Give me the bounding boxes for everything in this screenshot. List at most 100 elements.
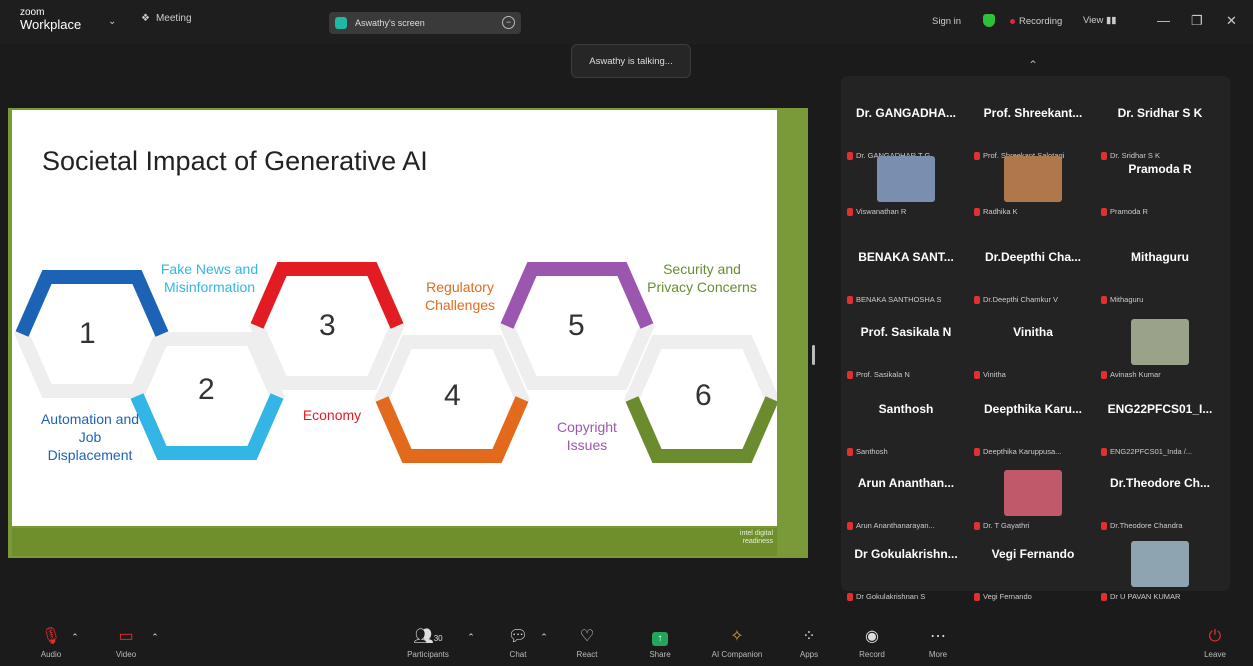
mic-muted-icon [974,592,980,601]
label-fake-news: Fake News and Misinformation [160,261,259,296]
participant-label: Vinitha [974,370,1006,379]
recording-indicator[interactable]: Recording [1010,16,1062,27]
participant-tile[interactable]: Deepthika Karu... Deepthika Karuppusa... [970,392,1096,462]
mic-muted-icon [974,370,980,379]
participants-options-chevron[interactable]: ⌃ [464,618,478,666]
participant-label: Vegi Fernando [974,592,1032,601]
participant-label: Dr.Deepthi Chamkur V [974,295,1058,304]
hex-number-4: 4 [444,379,461,412]
participant-tile[interactable]: Avinash Kumar [1097,315,1223,385]
participant-name: BENAKA SANT... [858,250,954,264]
video-off-icon: ▭ [118,628,134,645]
participant-photo [877,156,935,202]
participant-name: Deepthika Karu... [983,402,1083,416]
participant-tile[interactable]: Mithaguru Mithaguru [1097,240,1223,310]
participant-label: Mithaguru [1101,295,1143,304]
chat-options-chevron[interactable]: ⌃ [537,618,551,666]
share-icon: ↑ [644,618,676,646]
participant-name: Dr. Sridhar S K [1117,106,1203,120]
restore-window-icon[interactable]: ❐ [1191,13,1203,29]
participant-name: Mithaguru [1131,250,1189,264]
record-icon: ◉ [865,628,879,645]
intel-logo: intel digital readiness [739,530,773,545]
participant-tile[interactable]: Dr.Deepthi Cha... Dr.Deepthi Chamkur V [970,240,1096,310]
share-indicator-icon [335,17,347,29]
mic-muted-icon [1101,370,1107,379]
participant-label: ENG22PFCS01_Inda /... [1101,447,1192,456]
participant-tile[interactable]: Pramoda R Pramoda R [1097,152,1223,222]
mic-muted-icon [974,521,980,530]
participant-name: Santhosh [878,402,934,416]
splitter-handle[interactable] [812,345,815,365]
mic-muted-icon [847,447,853,456]
participant-name: Pramoda R [1128,162,1192,176]
meeting-info-button[interactable]: ❖ Meeting [141,13,192,24]
participant-tile[interactable]: Radhika K [970,152,1096,222]
participant-label: Arun Ananthanarayan... [847,521,935,530]
participant-name: Vinitha [1013,325,1053,339]
view-button[interactable]: View ▮▮ [1083,15,1117,26]
video-button[interactable]: ▭ Video [106,618,146,666]
participant-photo [1004,470,1062,516]
heart-icon: ♡ [579,628,595,645]
participants-button[interactable]: 👥︎30 Participants [397,618,459,666]
leave-button[interactable]: ⏻ Leave [1198,618,1232,666]
mic-muted-icon [847,521,853,530]
more-button[interactable]: ⋯ More [920,618,956,666]
participant-tile[interactable]: Santhosh Santhosh [843,392,969,462]
label-security: Security and Privacy Concerns [647,261,757,296]
participant-name: Arun Ananthan... [857,476,955,490]
shield-icon[interactable] [983,14,995,27]
sign-in-button[interactable]: Sign in [932,16,961,27]
mic-muted-icon [974,295,980,304]
apps-icon: ⁘ [802,628,816,645]
participant-tile[interactable]: Viswanathan R [843,152,969,222]
label-automation: Automation and Job Displacement [40,411,140,464]
screen-share-pill[interactable]: Aswathy's screen − [329,12,521,34]
mic-muted-icon [847,295,853,304]
chevron-down-icon[interactable]: ⌄ [108,16,116,27]
minimize-icon[interactable]: − [502,16,515,29]
video-options-chevron[interactable]: ⌃ [148,618,162,666]
mic-muted-icon [1101,207,1107,216]
participant-name: Dr Gokulakrishn... [854,547,958,561]
more-icon: ⋯ [930,628,946,645]
recording-dot-icon [1010,19,1015,24]
participant-tile[interactable]: Dr.Theodore Ch... Dr.Theodore Chandra [1097,466,1223,536]
mic-muted-icon [1101,447,1107,456]
hex-number-5: 5 [568,309,585,342]
participant-label: Dr U PAVAN KUMAR [1101,592,1180,601]
apps-button[interactable]: ⁘ Apps [795,618,823,666]
label-regulatory: Regulatory Challenges [424,279,496,314]
participant-name: Prof. Shreekant... [983,106,1083,120]
participant-photo [1004,156,1062,202]
zoom-logo: zoom Workplace [20,7,82,32]
participant-tile[interactable]: Prof. Sasikala N Prof. Sasikala N [843,315,969,385]
participant-tile[interactable]: ENG22PFCS01_I... ENG22PFCS01_Inda /... [1097,392,1223,462]
mic-muted-icon [847,370,853,379]
chevron-up-icon[interactable]: ⌃ [1028,58,1038,72]
minimize-window-icon[interactable]: — [1157,13,1170,28]
close-icon[interactable]: ✕ [1226,13,1237,29]
chat-button[interactable]: 💬︎ Chat [503,618,533,666]
participant-label: Santhosh [847,447,888,456]
participant-tile[interactable]: Dr U PAVAN KUMAR [1097,537,1223,607]
participant-tile[interactable]: Arun Ananthan... Arun Ananthanarayan... [843,466,969,536]
participant-name: Vegi Fernando [991,547,1075,561]
participant-tile[interactable]: BENAKA SANT... BENAKA SANTHOSHA S [843,240,969,310]
participant-tile[interactable]: Dr. T Gayathri [970,466,1096,536]
participant-name: Dr.Theodore Ch... [1109,476,1210,490]
record-button[interactable]: ◉ Record [852,618,892,666]
react-button[interactable]: ♡ React [572,618,602,666]
participant-name: Prof. Sasikala N [860,325,952,339]
participant-tile[interactable]: Vinitha Vinitha [970,315,1096,385]
audio-button[interactable]: 🎙︎ Audio [32,618,70,666]
label-copyright: Copyright Issues [557,419,617,454]
ai-companion-button[interactable]: ✧ AI Companion [699,618,775,666]
audio-options-chevron[interactable]: ⌃ [68,618,82,666]
mic-muted-icon: 🎙︎ [40,628,62,645]
title-bar: zoom Workplace ⌄ ❖ Meeting Aswathy's scr… [0,0,1253,44]
participant-tile[interactable]: Dr Gokulakrishn... Dr Gokulakrishnan S [843,537,969,607]
share-button[interactable]: ↑ Share [644,618,676,666]
participant-tile[interactable]: Vegi Fernando Vegi Fernando [970,537,1096,607]
